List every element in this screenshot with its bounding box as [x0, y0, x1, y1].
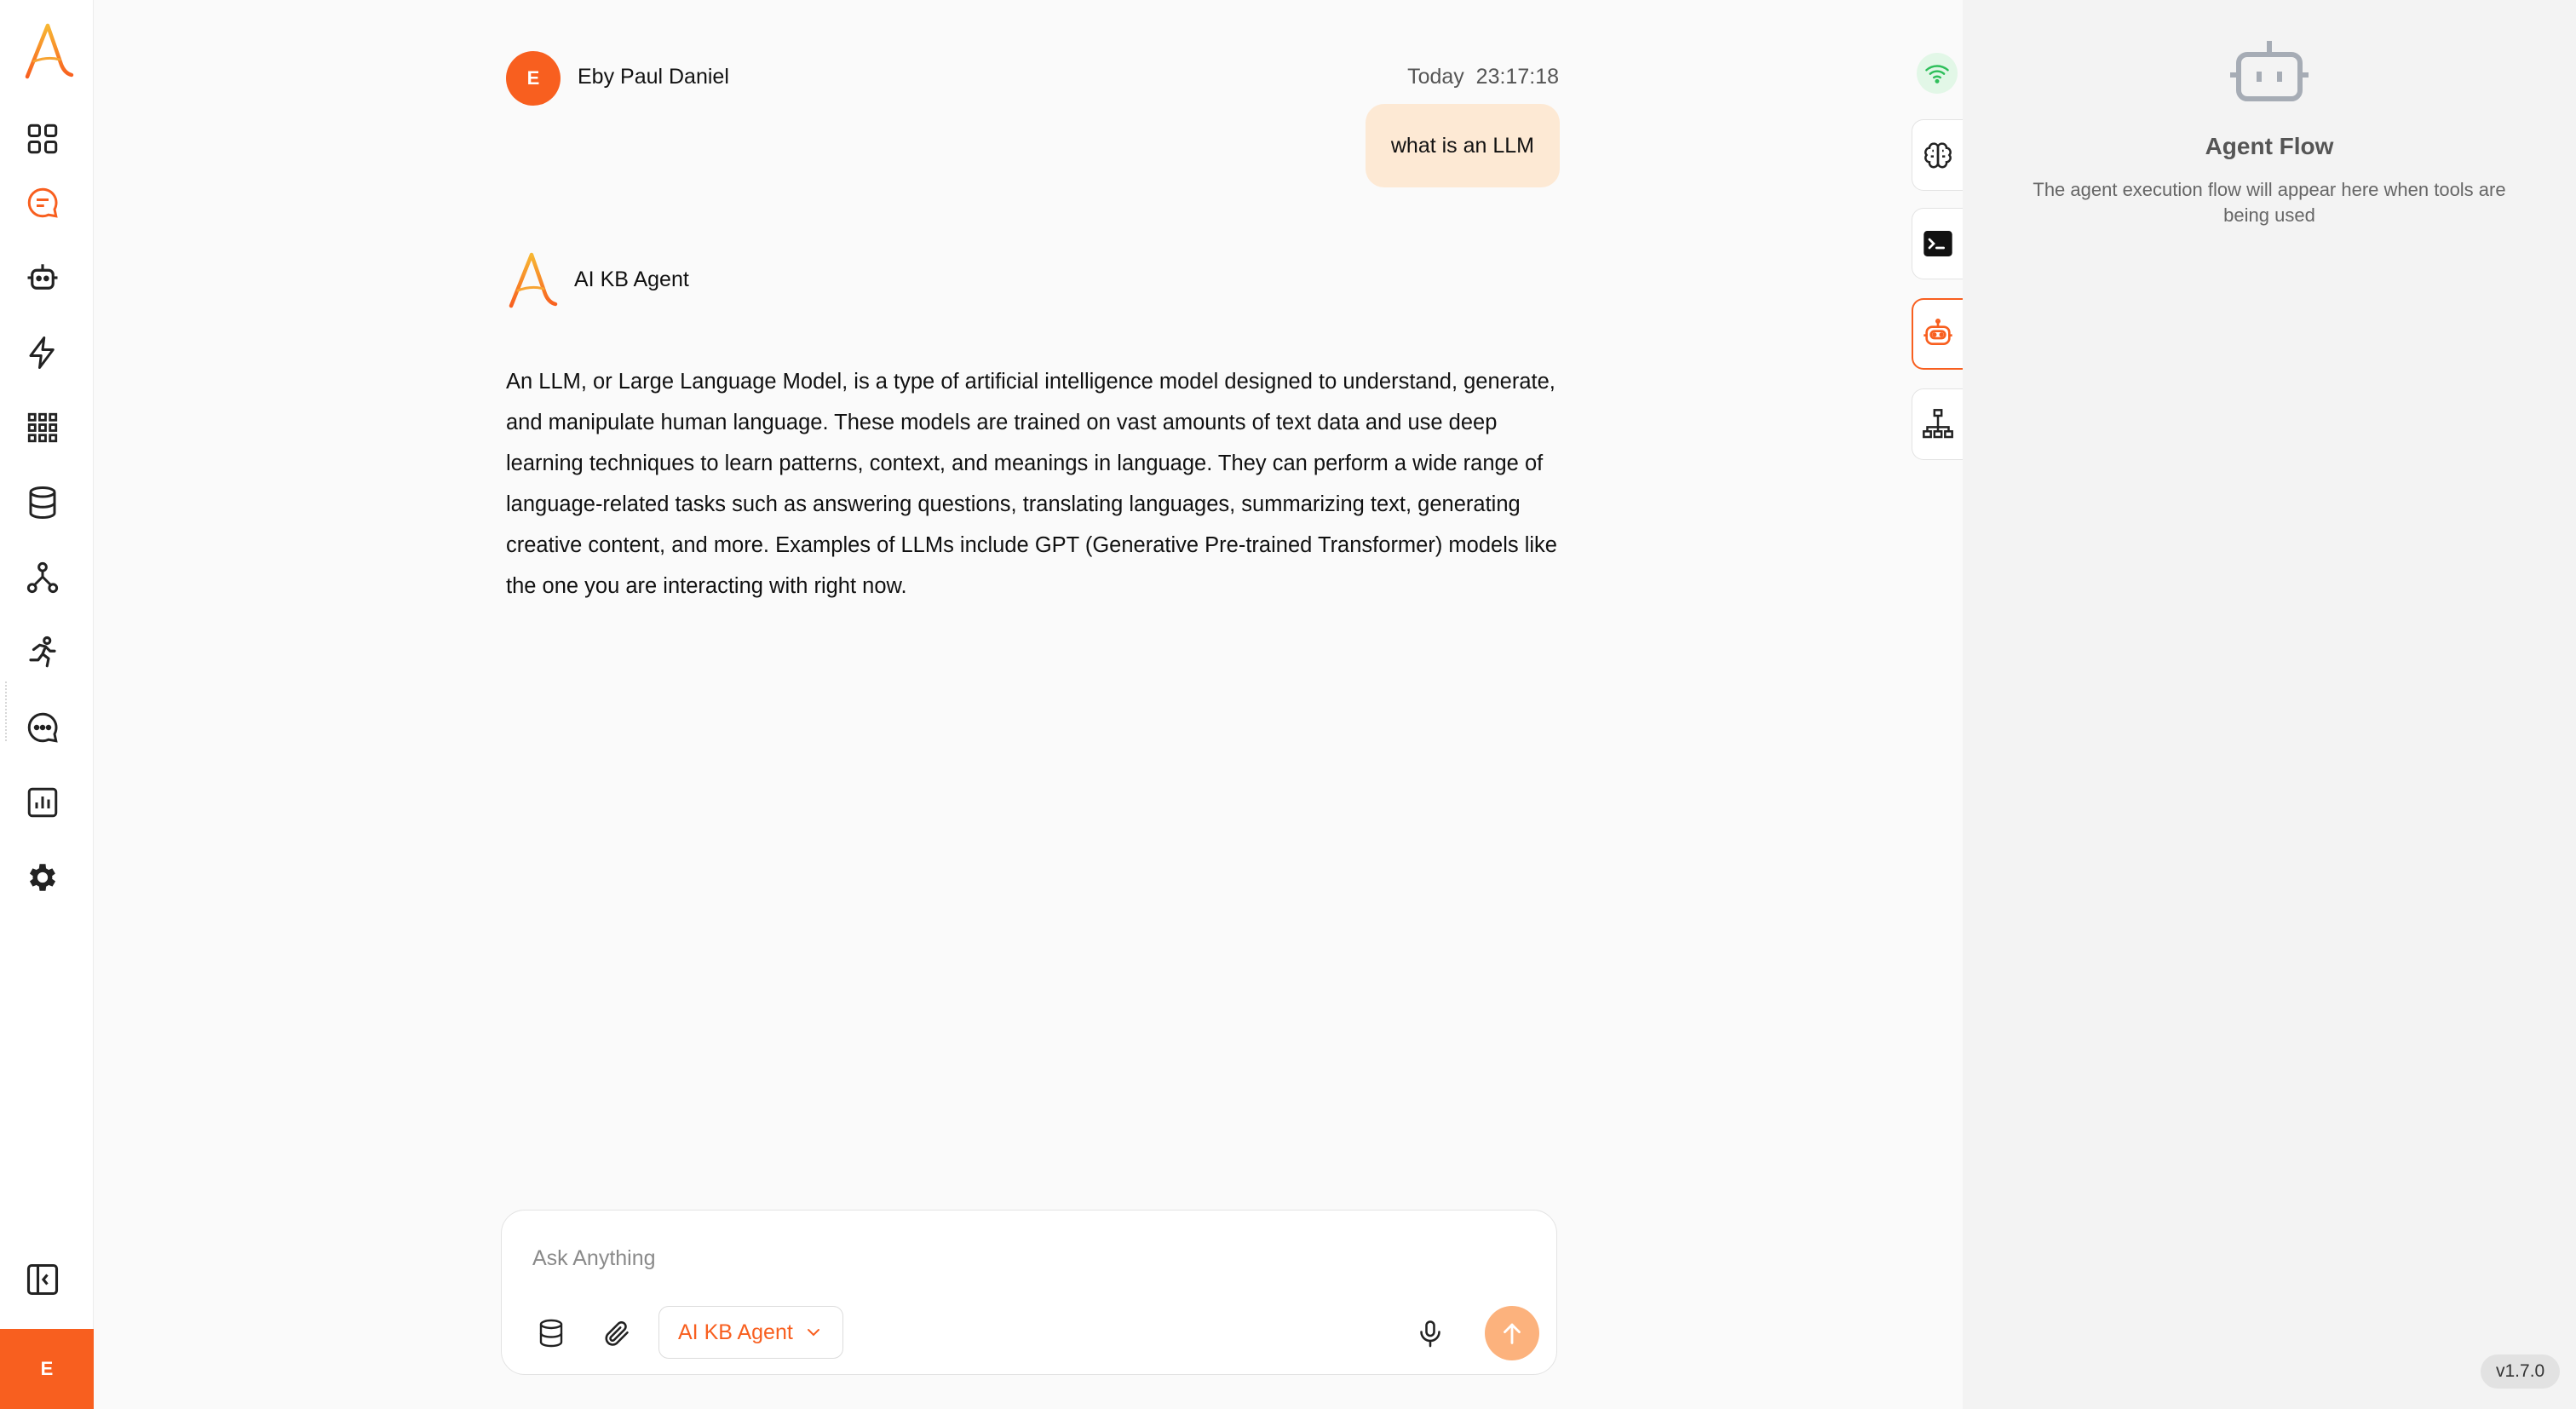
brain-icon[interactable] [1912, 119, 1963, 191]
left-sidebar: E [0, 0, 94, 1409]
agent-name: AI KB Agent [574, 267, 689, 291]
ask-input[interactable] [532, 1241, 1469, 1275]
user-initial: E [40, 1358, 54, 1379]
chat-icon[interactable] [22, 182, 63, 223]
robot-icon[interactable] [22, 257, 63, 298]
message-dots-icon[interactable] [22, 707, 63, 748]
message-timestamp: Today 23:17:18 [1407, 65, 1559, 89]
robot-icon [2230, 41, 2309, 101]
user-message-bubble: what is an LLM [1365, 104, 1560, 187]
user-message-header: E Eby Paul Daniel Today 23:17:18 [506, 51, 1559, 106]
user-avatar: E [506, 51, 561, 106]
terminal-icon[interactable] [1912, 208, 1963, 279]
bar-chart-icon[interactable] [22, 782, 63, 823]
lightning-icon[interactable] [22, 332, 63, 373]
brand-a-logo-icon[interactable] [22, 22, 75, 80]
agent-flow-panel: Agent Flow The agent execution flow will… [1963, 0, 2576, 1409]
knowledge-base-icon[interactable] [531, 1313, 572, 1354]
agent-logo-icon [509, 252, 558, 308]
send-button[interactable] [1485, 1306, 1539, 1360]
panel-title: Agent Flow [2205, 133, 2334, 159]
arrow-up-icon [1504, 1323, 1521, 1344]
user-profile-button[interactable]: E [0, 1329, 94, 1409]
agent-response-text: An LLM, or Large Language Model, is a ty… [506, 370, 1557, 598]
agent-selector-label: AI KB Agent [678, 1320, 793, 1344]
agent-selector-dropdown[interactable]: AI KB Agent [658, 1306, 843, 1359]
database-icon[interactable] [22, 482, 63, 523]
version-text: v1.7.0 [2496, 1361, 2545, 1381]
gear-icon[interactable] [22, 857, 63, 898]
user-avatar-initial: E [526, 67, 540, 89]
user-message-text: what is an LLM [1390, 133, 1534, 158]
sidebar-resize-handle[interactable] [5, 681, 9, 741]
agent-robot-tab[interactable] [1912, 298, 1963, 370]
message-composer: AI KB Agent [501, 1210, 1557, 1375]
wifi-connected-icon [1917, 53, 1958, 94]
version-badge: v1.7.0 [2481, 1354, 2561, 1389]
running-icon[interactable] [22, 632, 63, 673]
apps-grid-icon[interactable] [22, 407, 63, 448]
attachment-icon[interactable] [595, 1313, 636, 1354]
chevron-down-icon [807, 1329, 819, 1337]
hierarchy-icon[interactable] [1912, 388, 1963, 460]
grid-dashboard-icon[interactable] [22, 118, 63, 159]
panel-description: The agent execution flow will appear her… [2033, 179, 2506, 226]
microphone-icon[interactable] [1410, 1313, 1451, 1354]
workflow-icon[interactable] [22, 557, 63, 598]
sidebar-collapse-icon[interactable] [24, 1261, 65, 1302]
robot-icon [1923, 319, 1952, 345]
user-name: Eby Paul Daniel [578, 65, 729, 89]
